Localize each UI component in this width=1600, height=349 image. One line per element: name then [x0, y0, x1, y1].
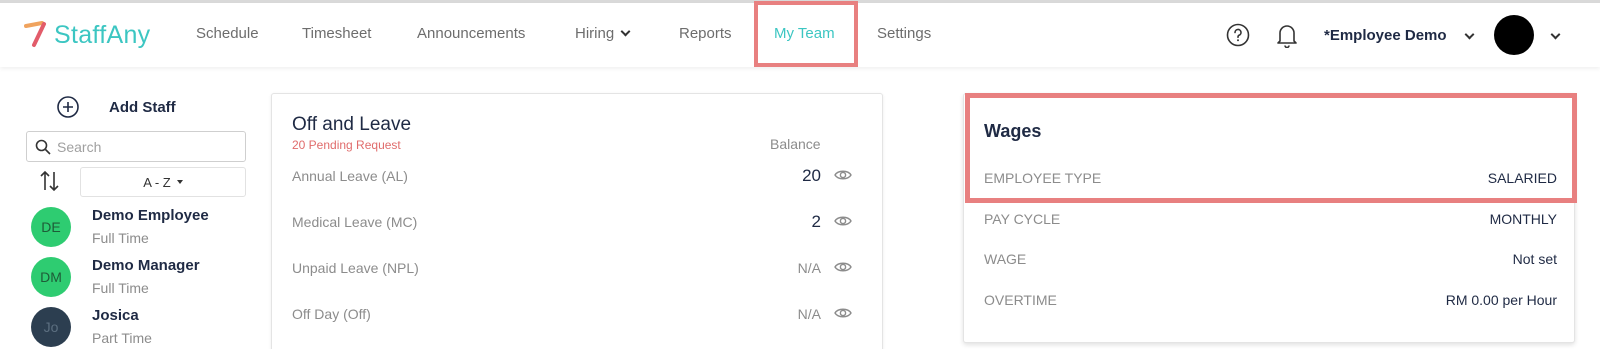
staff-list-item[interactable]: Jo Josica Part Time	[31, 307, 152, 347]
chevron-down-icon[interactable]	[1464, 29, 1475, 40]
chevron-down-icon[interactable]	[1550, 29, 1561, 40]
staff-name: Demo Manager	[92, 257, 200, 274]
avatar[interactable]	[1494, 15, 1534, 55]
nav-hiring-label: Hiring	[575, 25, 615, 42]
nav-hiring[interactable]: Hiring	[575, 25, 631, 42]
leave-row: Medical Leave (MC) 2	[292, 212, 852, 236]
card-title: Off and Leave	[292, 114, 412, 135]
add-staff-button[interactable]: Add Staff	[57, 96, 176, 118]
leave-balance-value: 2	[811, 212, 821, 231]
staff-employment-type: Full Time	[92, 280, 149, 296]
leave-balance-value: N/A	[797, 306, 821, 322]
staff-employment-type: Part Time	[92, 330, 152, 346]
help-icon[interactable]	[1226, 23, 1250, 47]
chevron-down-icon	[620, 26, 631, 37]
leave-type-label: Medical Leave (MC)	[292, 214, 418, 230]
balance-header: Balance	[770, 136, 821, 152]
leave-type-label: Unpaid Leave (NPL)	[292, 260, 419, 276]
leave-balance-value: 20	[802, 166, 821, 185]
staff-name: Demo Employee	[92, 207, 209, 224]
eye-icon[interactable]	[834, 304, 852, 322]
staff-list-item[interactable]: DE Demo Employee Full Time	[31, 207, 209, 247]
leave-type-label: Annual Leave (AL)	[292, 168, 408, 184]
wage-field-label: WAGE	[984, 251, 1027, 267]
nav-timesheet[interactable]: Timesheet	[302, 25, 371, 42]
search-input[interactable]	[57, 138, 227, 155]
staff-name: Josica	[92, 307, 139, 324]
nav-schedule[interactable]: Schedule	[196, 25, 259, 42]
staff-avatar: DE	[31, 207, 71, 247]
staffany-logo[interactable]: StaffAny	[22, 17, 150, 53]
leave-row: Annual Leave (AL) 20	[292, 166, 852, 190]
highlight-box-my-team	[754, 1, 858, 67]
staff-avatar: Jo	[31, 307, 71, 347]
nav-settings[interactable]: Settings	[877, 25, 931, 42]
logo-mark-icon	[24, 21, 46, 47]
user-menu-name[interactable]: *Employee Demo	[1324, 27, 1447, 44]
search-icon	[35, 139, 51, 155]
wage-field-label: PAY CYCLE	[984, 211, 1061, 227]
wage-field-value: MONTHLY	[1489, 211, 1557, 227]
off-and-leave-card: Off and Leave 20 Pending Request Balance…	[271, 93, 883, 349]
eye-icon[interactable]	[834, 258, 852, 276]
sort-order-select[interactable]: A - Z	[80, 167, 246, 197]
staff-employment-type: Full Time	[92, 230, 149, 246]
leave-row: Unpaid Leave (NPL) N/A	[292, 258, 852, 282]
staff-search[interactable]	[26, 131, 246, 162]
nav-announcements[interactable]: Announcements	[417, 25, 525, 42]
leave-balance-value: N/A	[797, 260, 821, 276]
eye-icon[interactable]	[834, 166, 852, 184]
sort-icon[interactable]	[38, 169, 62, 193]
leave-row: Off Day (Off) N/A	[292, 304, 852, 328]
leave-type-label: Off Day (Off)	[292, 306, 371, 322]
plus-circle-icon	[57, 96, 79, 118]
eye-icon[interactable]	[834, 212, 852, 230]
staff-list-item[interactable]: DM Demo Manager Full Time	[31, 257, 200, 297]
bell-icon[interactable]	[1275, 22, 1299, 48]
wage-field-label: OVERTIME	[984, 292, 1057, 308]
pending-requests-link[interactable]: 20 Pending Request	[292, 138, 401, 152]
highlight-box-wages	[965, 93, 1577, 203]
add-staff-label: Add Staff	[109, 98, 176, 116]
wage-field-value: Not set	[1512, 251, 1557, 267]
caret-down-icon	[176, 180, 183, 184]
sort-order-value: A - Z	[143, 174, 171, 190]
wage-field-value: RM 0.00 per Hour	[1445, 292, 1557, 308]
staff-avatar: DM	[31, 257, 71, 297]
logo-text: StaffAny	[54, 20, 151, 49]
nav-reports[interactable]: Reports	[679, 25, 732, 42]
